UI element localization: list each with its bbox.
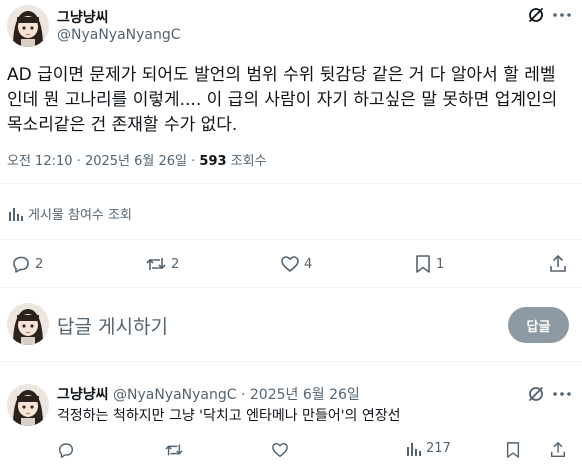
reply-submit-button[interactable]: 답글 [508,307,569,343]
post-meta: 오전 12:10 · 2025년 6월 26일 · 593 조회수 [7,150,267,169]
post-body: AD 급이면 문제가 되어도 발언의 범위 수위 뒷감당 같은 거 다 알아서 … [7,65,558,135]
grok-slash-icon[interactable] [527,6,545,24]
divider [0,239,582,240]
view-engagement-link[interactable]: 게시물 참여수 조회 [8,204,132,223]
reply-icon [11,254,31,274]
reply-author-handle[interactable]: @NyaNyaNyangC [113,387,237,403]
repost-icon [145,254,167,274]
reply-date[interactable]: 2025년 6월 26일 [250,387,360,403]
meta-separator: · [76,154,81,169]
like-action[interactable]: 4 [280,254,312,274]
share-icon[interactable] [549,441,567,459]
divider [0,361,582,362]
repost-action[interactable]: 2 [145,254,179,274]
like-count: 4 [304,256,313,272]
reply-header: 그냥냥씨 @NyaNyaNyangC · 2025년 6월 26일 [57,384,360,404]
reply-author-avatar[interactable] [7,384,49,426]
reply-author-name[interactable]: 그냥냥씨 [57,387,109,403]
heart-icon[interactable] [271,441,289,459]
bookmark-action[interactable]: 1 [414,254,444,274]
composer-avatar [7,303,49,345]
analytics-icon [8,207,24,221]
bookmark-count: 1 [436,256,445,272]
reply-input[interactable]: 답글 게시하기 [57,312,477,339]
views-count: 593 [199,154,227,169]
reply-body: 걱정하는 척하지만 그냥 '닥치고 엔타메나 만들어'의 연장선 [57,408,401,424]
more-options-icon[interactable] [551,386,573,402]
repost-count: 2 [171,256,180,272]
engagement-label: 게시물 참여수 조회 [28,208,132,223]
reply-action[interactable]: 2 [11,254,43,274]
reply-icon[interactable] [57,441,75,459]
divider [0,183,582,184]
heart-icon [280,254,300,274]
author-name[interactable]: 그냥냥씨 [57,7,109,27]
post-time[interactable]: 오전 12:10 [7,154,73,169]
analytics-icon [406,442,422,456]
views-label: 조회수 [230,154,267,169]
more-options-icon[interactable] [551,7,573,23]
meta-separator: · [191,154,196,169]
post-date[interactable]: 2025년 6월 26일 [85,154,187,169]
share-icon[interactable] [548,254,568,274]
bookmark-icon[interactable] [505,441,521,459]
author-handle[interactable]: @NyaNyaNyangC [57,27,181,43]
meta-separator: · [240,387,246,403]
bookmark-icon [414,254,432,274]
divider [0,287,582,288]
grok-slash-icon[interactable] [527,385,545,403]
repost-icon[interactable] [164,441,184,459]
reply-count: 2 [35,256,44,272]
reply-views-count: 217 [426,441,451,456]
reply-views-action[interactable]: 217 [406,441,451,456]
author-avatar[interactable] [7,5,49,47]
